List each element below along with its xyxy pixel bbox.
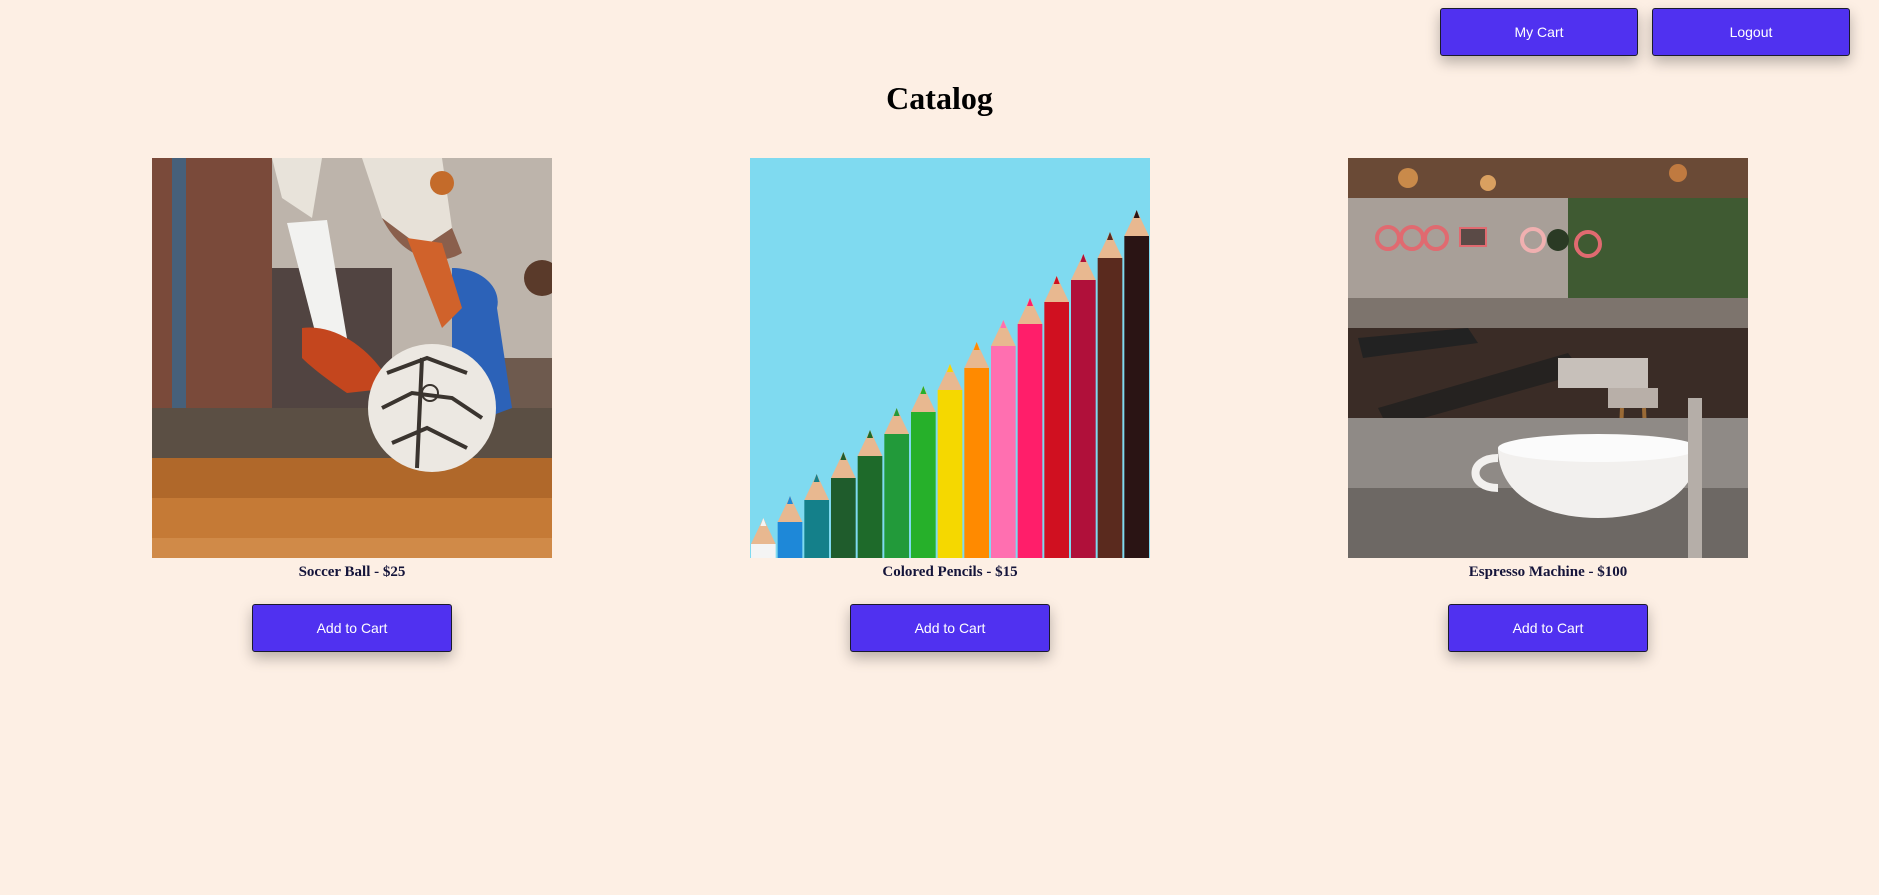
espresso-machine-image[interactable] — [1348, 158, 1748, 558]
caption-separator: - — [370, 564, 383, 580]
product-price: $15 — [995, 564, 1018, 580]
product-price: $100 — [1597, 564, 1628, 580]
product-caption: Espresso Machine - $100 — [1469, 562, 1627, 582]
product-name: Soccer Ball — [298, 564, 371, 580]
add-to-cart-button[interactable]: Add to Cart — [252, 604, 452, 652]
logout-button[interactable]: Logout — [1652, 8, 1850, 56]
colored-pencils-image[interactable] — [750, 158, 1150, 558]
product-card: Colored Pencils - $15 Add to Cart — [750, 158, 1150, 652]
product-caption: Soccer Ball - $25 — [299, 562, 406, 582]
page-title: Catalog — [886, 80, 993, 116]
my-cart-button[interactable]: My Cart — [1440, 8, 1638, 56]
product-caption: Colored Pencils - $15 — [882, 562, 1017, 582]
caption-separator: - — [982, 564, 996, 580]
product-name: Espresso Machine — [1468, 564, 1585, 580]
product-name: Colored Pencils — [882, 564, 983, 580]
product-price: $25 — [382, 564, 406, 580]
add-to-cart-button[interactable]: Add to Cart — [1448, 604, 1648, 652]
product-card: Soccer Ball - $25 Add to Cart — [152, 158, 552, 652]
soccer-ball-image[interactable] — [152, 158, 552, 558]
product-card: Espresso Machine - $100 Add to Cart — [1348, 158, 1748, 652]
caption-separator: - — [1584, 564, 1598, 580]
add-to-cart-button[interactable]: Add to Cart — [850, 604, 1050, 652]
top-nav: My Cart Logout — [1440, 8, 1850, 56]
